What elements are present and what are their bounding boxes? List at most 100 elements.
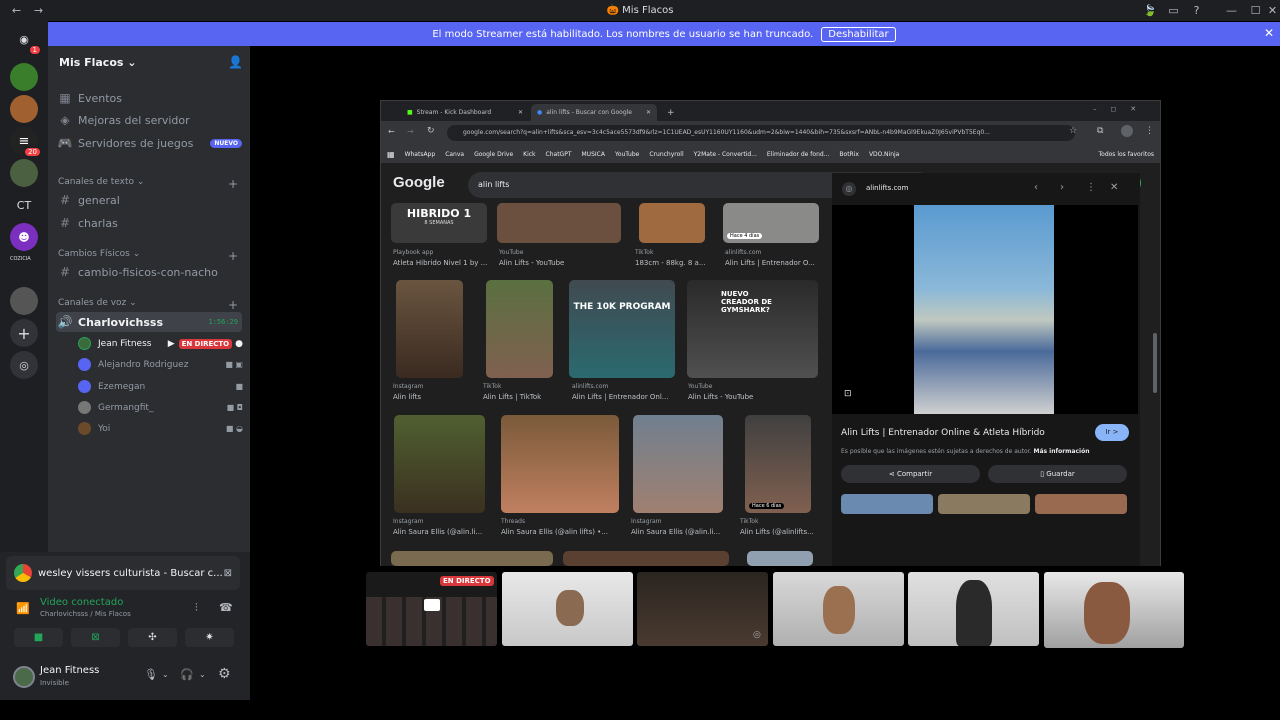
- explore-icon[interactable]: ◎: [10, 351, 38, 379]
- next-image-icon[interactable]: ›: [1060, 182, 1064, 193]
- back-icon[interactable]: ←: [388, 127, 395, 136]
- server-icon[interactable]: ≡ 20: [10, 127, 42, 158]
- result-title[interactable]: Alin Saura Ellis (@alin lifts) •...: [501, 528, 621, 536]
- close-icon[interactable]: ✕: [1266, 4, 1279, 17]
- result-title[interactable]: Alin Lifts - YouTube: [688, 393, 808, 401]
- add-server-icon[interactable]: +: [10, 319, 38, 347]
- microphone-icon[interactable]: 🎙: [144, 668, 158, 681]
- bookmark[interactable]: YouTube: [615, 151, 639, 158]
- server-icon[interactable]: [10, 159, 38, 187]
- forward-arrow-icon[interactable]: →: [32, 4, 45, 17]
- bookmark[interactable]: MUSICA: [582, 151, 605, 158]
- visit-button[interactable]: Ir >: [1095, 424, 1129, 441]
- voice-user[interactable]: Germangfit_ ■ ◘: [78, 398, 243, 417]
- lens-search-icon[interactable]: ⊡: [844, 389, 852, 399]
- sidebar-item-boosts[interactable]: ◈ Mejoras del servidor: [56, 110, 242, 130]
- voice-user[interactable]: Jean Fitness ▶ EN DIRECTO ●: [78, 334, 243, 353]
- preview-domain[interactable]: alinlifts.com: [866, 184, 908, 192]
- close-banner-icon[interactable]: ✕: [1264, 26, 1274, 40]
- result-title[interactable]: Alin Lifts | Entrenador O...: [725, 259, 821, 267]
- tab-kick[interactable]: ■ Stream - Kick Dashboard ✕: [401, 104, 529, 121]
- headphones-icon[interactable]: 🎧: [180, 668, 194, 681]
- minimize-icon[interactable]: —: [1225, 4, 1238, 17]
- avatar[interactable]: [13, 666, 35, 688]
- server-icon[interactable]: [10, 287, 38, 315]
- bookmark[interactable]: Eliminador de fond...: [767, 151, 830, 158]
- channel-charlas[interactable]: # charlas: [56, 213, 242, 233]
- sidebar-item-game-servers[interactable]: 🎮 Servidores de juegos NUEVO: [56, 133, 242, 153]
- image-result[interactable]: [486, 280, 553, 378]
- chevron-down-icon[interactable]: ⌄: [162, 670, 169, 679]
- shared-browser-window[interactable]: ■ Stream - Kick Dashboard ✕ ● alin lifts - …: [380, 100, 1161, 566]
- stream-tile-screen[interactable]: EN DIRECTO: [366, 572, 497, 646]
- back-arrow-icon[interactable]: ←: [10, 4, 23, 17]
- result-title[interactable]: Alin lifts: [393, 393, 473, 401]
- menu-icon[interactable]: ⋮: [1145, 126, 1154, 136]
- bookmark[interactable]: Y2Mate - Convertid...: [694, 151, 757, 158]
- result-title[interactable]: Alin Lifts - YouTube: [499, 259, 619, 267]
- google-logo[interactable]: Google: [393, 174, 445, 191]
- related-image[interactable]: [1035, 494, 1127, 514]
- tab-google[interactable]: ● alin lifts - Buscar con Google ✕: [531, 104, 657, 121]
- soundboard-button[interactable]: ✷: [185, 628, 234, 647]
- preview-image[interactable]: [914, 205, 1054, 414]
- voice-user[interactable]: Alejandro Rodriguez ■ ▣: [78, 355, 243, 374]
- bookmark[interactable]: Google Drive: [474, 151, 513, 158]
- image-result[interactable]: [639, 203, 705, 243]
- image-result[interactable]: Hace 6 días: [745, 415, 811, 513]
- voice-user[interactable]: Yoi ■ ◒: [78, 419, 243, 438]
- result-title[interactable]: Alin Saura Ellis (@alin.li...: [393, 528, 491, 536]
- activities-button[interactable]: ✣: [128, 628, 177, 647]
- category-fisicos[interactable]: Cambios Físicos ⌄ +: [58, 249, 238, 263]
- apps-icon[interactable]: ▦: [387, 150, 395, 159]
- image-result[interactable]: [563, 551, 729, 566]
- reload-icon[interactable]: ↻: [427, 126, 435, 136]
- channel-cambio-fisicos[interactable]: # cambio-fisicos-con-nacho: [56, 262, 242, 282]
- result-title[interactable]: Atleta Hibrido Nivel 1 by ...: [393, 259, 489, 267]
- scrollbar[interactable]: [1153, 333, 1157, 393]
- close-preview-icon[interactable]: ✕: [1110, 182, 1118, 193]
- discord-home-icon[interactable]: ◉ 1: [10, 25, 42, 56]
- server-icon[interactable]: ☻: [10, 223, 38, 251]
- image-result[interactable]: [396, 280, 463, 378]
- server-ct[interactable]: CT: [10, 191, 38, 219]
- profile-avatar[interactable]: [1121, 125, 1133, 137]
- stream-tile-camera[interactable]: [773, 572, 904, 646]
- stream-tile-camera[interactable]: [502, 572, 633, 646]
- disable-button[interactable]: Deshabilitar: [821, 26, 896, 42]
- add-channel-icon[interactable]: +: [228, 249, 238, 263]
- window-controls[interactable]: –◻✕: [1093, 105, 1150, 113]
- url-field[interactable]: google.com/search?q=alin+lifts&sca_esv=3…: [447, 125, 1075, 141]
- bookmark[interactable]: Crunchyroll: [649, 151, 683, 158]
- result-title[interactable]: Alin Saura Ellis (@alin.li...: [631, 528, 727, 536]
- result-title[interactable]: Alin Lifts | Entrenador Onl...: [572, 393, 676, 401]
- maximize-icon[interactable]: ☐: [1249, 4, 1262, 17]
- image-result[interactable]: NUEVO CREADOR DE GYMSHARK?: [687, 280, 818, 378]
- bookmark[interactable]: VDO.Ninja: [869, 151, 899, 158]
- prev-image-icon[interactable]: ‹: [1034, 182, 1038, 193]
- share-button[interactable]: ⋖ Compartir: [841, 465, 980, 483]
- bookmark[interactable]: ChatGPT: [546, 151, 572, 158]
- chevron-down-icon[interactable]: ⌄: [199, 670, 206, 679]
- forward-icon[interactable]: →: [407, 127, 414, 136]
- result-title[interactable]: Alin Lifts (@alinlifts...: [740, 528, 820, 536]
- disconnect-icon[interactable]: ☎: [219, 601, 233, 614]
- category-voice[interactable]: Canales de voz ⌄ +: [58, 298, 238, 312]
- more-info-link[interactable]: Más información: [1033, 448, 1089, 455]
- user-name[interactable]: Jean Fitness: [40, 665, 99, 676]
- result-title[interactable]: 183cm - 88kg. 8 a...: [635, 259, 715, 267]
- bookmark[interactable]: Kick: [523, 151, 535, 158]
- category-text[interactable]: Canales de texto ⌄ +: [58, 177, 238, 191]
- stop-share-icon[interactable]: ⊠: [224, 568, 232, 579]
- server-icon[interactable]: [10, 63, 38, 91]
- bookmark[interactable]: Canva: [445, 151, 464, 158]
- image-result[interactable]: [497, 203, 621, 243]
- image-result[interactable]: HIBRIDO 1 8 SEMANAS: [391, 203, 487, 243]
- related-image[interactable]: [938, 494, 1030, 514]
- bookmark[interactable]: WhatsApp: [405, 151, 436, 158]
- bookmark-star-icon[interactable]: ☆: [1069, 126, 1077, 136]
- add-channel-icon[interactable]: +: [228, 298, 238, 312]
- inbox-icon[interactable]: ▭: [1167, 4, 1180, 17]
- channel-general[interactable]: # general: [56, 190, 242, 210]
- bookmark[interactable]: BotRix: [839, 151, 859, 158]
